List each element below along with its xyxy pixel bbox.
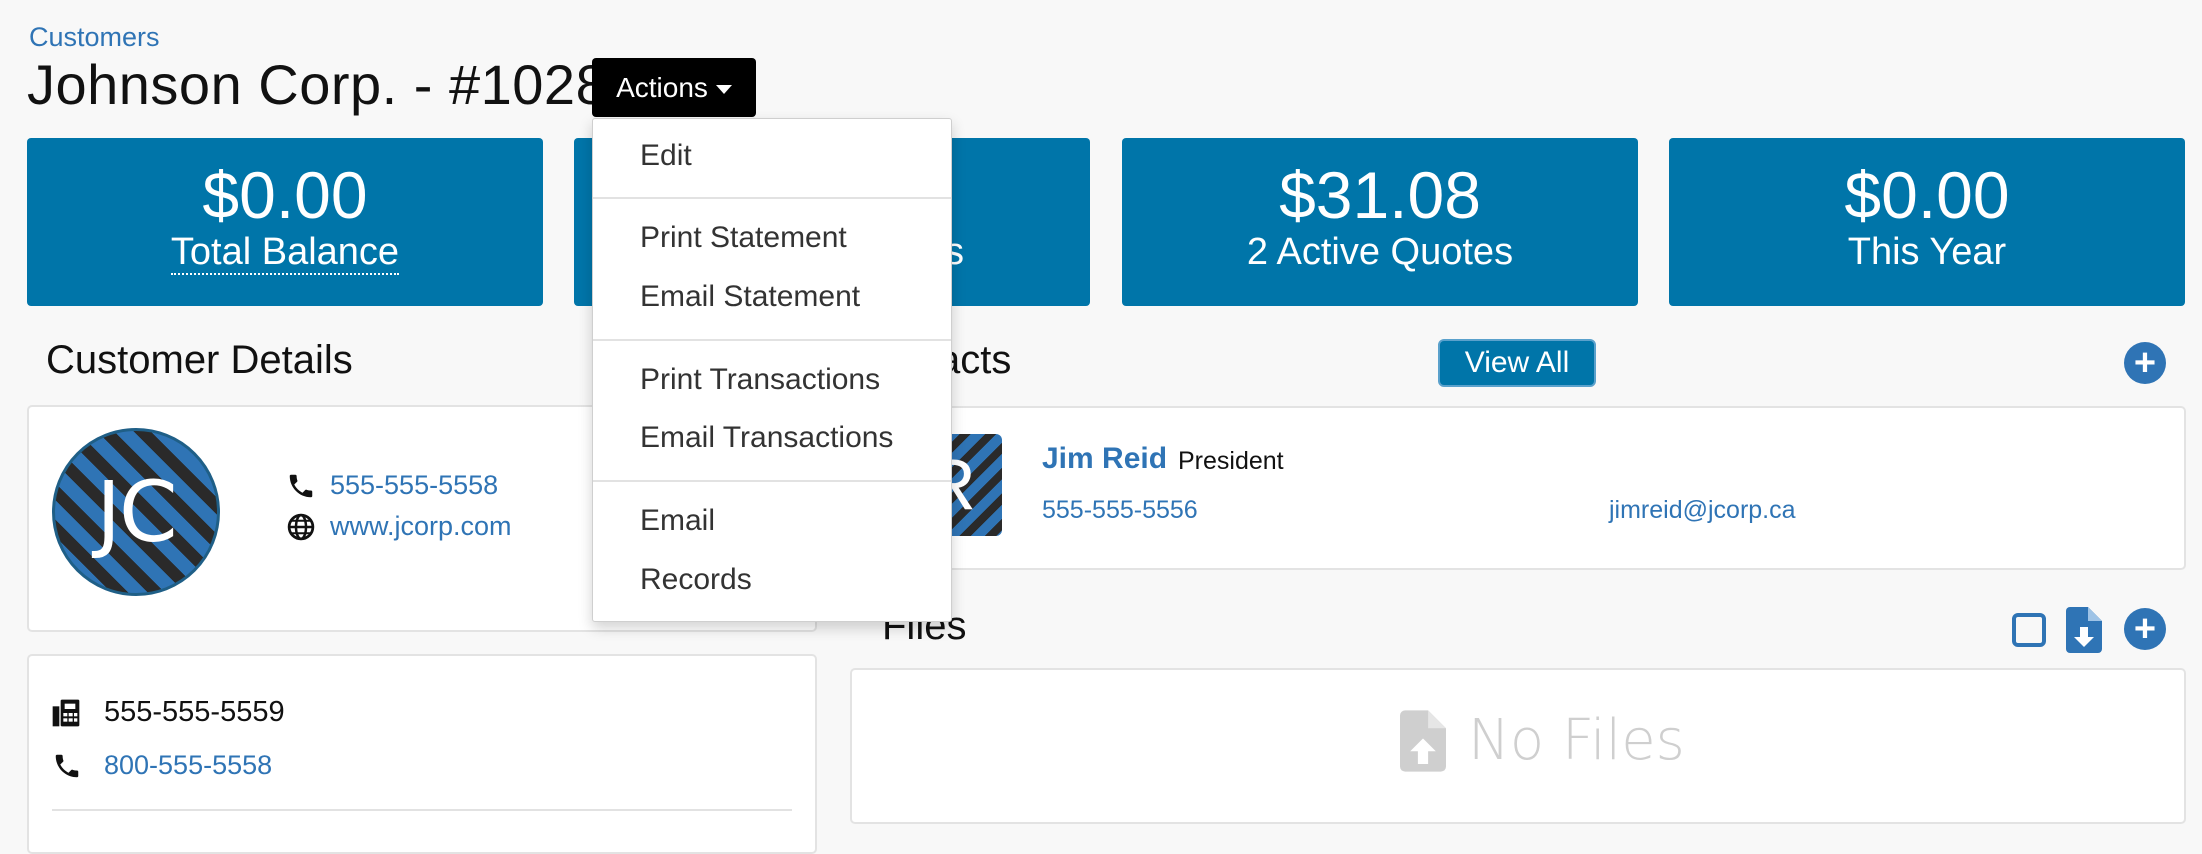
toll-free-link[interactable]: 800-555-5558 <box>104 750 272 781</box>
customer-website-link[interactable]: www.jcorp.com <box>330 511 512 542</box>
menu-divider <box>593 197 951 199</box>
menu-item-email-statement[interactable]: Email Statement <box>640 280 860 314</box>
actions-label: Actions <box>616 71 708 103</box>
stat-card-this-year[interactable]: $0.00 This Year <box>1669 138 2185 306</box>
fax-number: 555-555-5559 <box>104 696 285 728</box>
phone-icon <box>289 474 313 497</box>
menu-divider <box>593 480 951 482</box>
menu-divider <box>593 339 951 341</box>
contact-email-link[interactable]: jimreid@jcorp.ca <box>1609 496 1796 525</box>
menu-item-email[interactable]: Email <box>640 504 715 538</box>
divider <box>52 809 792 811</box>
stat-value: $0.00 <box>202 158 368 232</box>
stat-card-active-quotes[interactable]: $31.08 2 Active Quotes <box>1122 138 1638 306</box>
caret-down-icon <box>715 85 732 94</box>
stat-label: Total Balance <box>170 231 400 275</box>
stat-card-total-balance[interactable]: $0.00 Total Balance <box>27 138 543 306</box>
globe-icon <box>287 513 315 540</box>
menu-item-records[interactable]: Records <box>640 563 752 597</box>
contact-card <box>850 406 2186 570</box>
file-upload-icon <box>1400 709 1446 772</box>
stat-label: This Year <box>1847 231 2007 273</box>
customer-details-title: Customer Details <box>46 338 353 382</box>
stat-value: $0.00 <box>1844 158 2010 232</box>
view-all-contacts-button[interactable]: View All <box>1438 339 1596 387</box>
phone-icon <box>55 754 79 777</box>
add-file-button[interactable]: + <box>2124 608 2166 650</box>
menu-item-print-statement[interactable]: Print Statement <box>640 221 847 255</box>
menu-item-print-transactions[interactable]: Print Transactions <box>640 363 880 397</box>
no-files-text: No Files <box>1468 708 1685 773</box>
breadcrumb-customers[interactable]: Customers <box>29 22 160 53</box>
select-files-checkbox[interactable] <box>2012 613 2046 647</box>
plus-icon: + <box>2133 342 2157 384</box>
fax-icon <box>52 699 80 726</box>
customer-website-row: www.jcorp.com <box>286 511 512 542</box>
stat-value: $31.08 <box>1279 158 1481 232</box>
fax-row: 555-555-5559 <box>50 696 285 729</box>
contact-role: President <box>1178 447 1284 475</box>
contact-phone-link[interactable]: 555-555-5556 <box>1042 496 1198 525</box>
customer-phone-row: 555-555-5558 <box>286 470 498 501</box>
customer-phone-link[interactable]: 555-555-5558 <box>330 470 498 501</box>
no-files-placeholder: No Files <box>1400 708 1685 773</box>
toll-free-row: 800-555-5558 <box>52 750 272 781</box>
menu-item-edit[interactable]: Edit <box>640 139 692 173</box>
contact-name-link[interactable]: Jim Reid <box>1042 442 1167 476</box>
actions-dropdown-menu: Edit Print Statement Email Statement Pri… <box>592 118 952 622</box>
plus-icon: + <box>2133 608 2157 650</box>
avatar-initials: JC <box>96 463 177 561</box>
add-contact-button[interactable]: + <box>2124 342 2166 384</box>
menu-item-email-transactions[interactable]: Email Transactions <box>640 421 893 455</box>
page-title: Johnson Corp. - #1028 <box>27 53 608 116</box>
actions-button[interactable]: Actions <box>592 58 756 117</box>
file-download-icon[interactable] <box>2066 607 2102 653</box>
customer-avatar: JC <box>52 428 220 596</box>
stat-label: 2 Active Quotes <box>1246 231 1514 273</box>
